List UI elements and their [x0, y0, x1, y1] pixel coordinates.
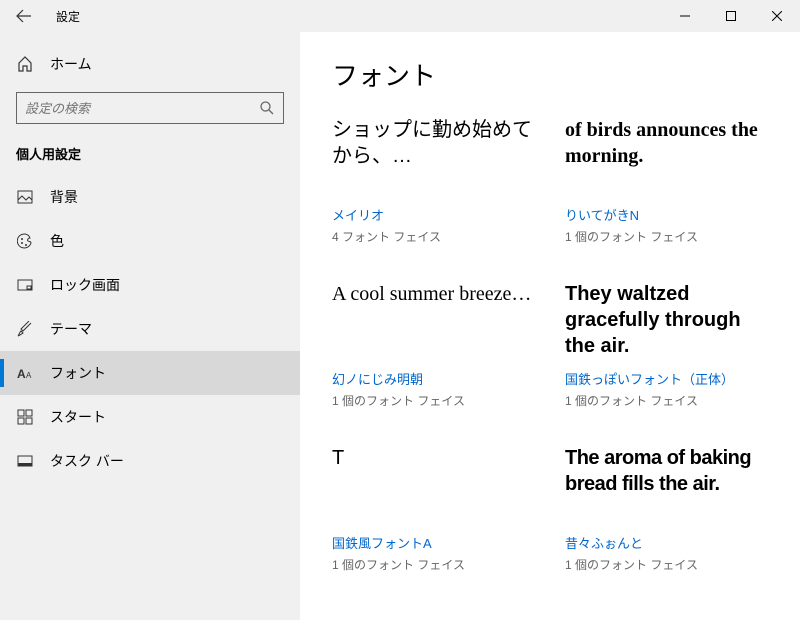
font-preview: They waltzed gracefully through the air. [565, 281, 768, 359]
font-face-count: 1 個のフォント フェイス [332, 392, 535, 409]
font-tile[interactable]: They waltzed gracefully through the air.… [565, 281, 768, 409]
font-name: 国鉄風フォントA [332, 533, 535, 552]
close-button[interactable] [754, 0, 800, 32]
font-preview: A cool summer breeze… [332, 281, 535, 359]
font-face-count: 1 個のフォント フェイス [565, 228, 768, 245]
sidebar-item-label: スタート [50, 407, 106, 427]
font-tile[interactable]: T 国鉄風フォントA 1 個のフォント フェイス [332, 445, 535, 573]
palette-icon [16, 233, 34, 249]
maximize-button[interactable] [708, 0, 754, 32]
font-preview: of birds announces the morning. [565, 117, 768, 195]
font-tile[interactable]: A cool summer breeze… 幻ノにじみ明朝 1 個のフォント フ… [332, 281, 535, 409]
font-tile[interactable]: of birds announces the morning. りいてがきN 1… [565, 117, 768, 245]
font-grid: ショップに勤め始めてから、… メイリオ 4 フォント フェイス of birds… [332, 117, 768, 573]
font-name: 幻ノにじみ明朝 [332, 369, 535, 388]
font-name: りいてがきN [565, 205, 768, 224]
font-face-count: 1 個のフォント フェイス [565, 392, 768, 409]
maximize-icon [726, 11, 736, 21]
sidebar-item-background[interactable]: 背景 [0, 175, 300, 219]
font-face-count: 4 フォント フェイス [332, 228, 535, 245]
start-icon [16, 409, 34, 425]
page-title: フォント [332, 56, 768, 93]
sidebar-item-label: フォント [50, 363, 106, 383]
font-name: 国鉄っぽいフォント（正体） [565, 369, 768, 388]
window-title: 設定 [56, 8, 80, 25]
close-icon [772, 11, 782, 21]
titlebar: 設定 [0, 0, 800, 32]
search-box[interactable] [16, 92, 284, 124]
svg-text:A: A [26, 371, 32, 380]
font-name: 昔々ふぉんと [565, 533, 768, 552]
sidebar-item-label: テーマ [50, 319, 92, 339]
arrow-left-icon [16, 8, 32, 24]
taskbar-icon [16, 453, 34, 469]
sidebar-item-lockscreen[interactable]: ロック画面 [0, 263, 300, 307]
sidebar-item-taskbar[interactable]: タスク バー [0, 439, 300, 483]
picture-icon [16, 189, 34, 205]
minimize-button[interactable] [662, 0, 708, 32]
font-preview: T [332, 445, 535, 523]
back-button[interactable] [8, 0, 40, 32]
sidebar-item-label: 色 [50, 231, 64, 251]
sidebar-item-themes[interactable]: テーマ [0, 307, 300, 351]
window-controls [662, 0, 800, 32]
sidebar-item-fonts[interactable]: AA フォント [0, 351, 300, 395]
sidebar-item-colors[interactable]: 色 [0, 219, 300, 263]
sidebar: ホーム 個人用設定 背景 色 ロック画面 テーマ AA フォント [0, 32, 300, 620]
home-icon [16, 56, 34, 72]
search-input[interactable] [25, 101, 259, 116]
section-header: 個人用設定 [0, 140, 300, 175]
lockscreen-icon [16, 277, 34, 293]
font-face-count: 1 個のフォント フェイス [565, 556, 768, 573]
font-face-count: 1 個のフォント フェイス [332, 556, 535, 573]
home-link[interactable]: ホーム [0, 44, 300, 84]
sidebar-item-label: ロック画面 [50, 275, 120, 295]
sidebar-item-label: 背景 [50, 187, 78, 207]
sidebar-item-start[interactable]: スタート [0, 395, 300, 439]
font-preview: The aroma of baking bread fills the air. [565, 445, 768, 523]
font-icon: AA [16, 365, 34, 381]
titlebar-left: 設定 [0, 0, 80, 32]
search-icon [259, 100, 275, 116]
search-container [0, 84, 300, 140]
svg-text:A: A [17, 367, 26, 381]
font-preview: ショップに勤め始めてから、… [332, 117, 535, 195]
minimize-icon [680, 11, 690, 21]
main-panel: フォント ショップに勤め始めてから、… メイリオ 4 フォント フェイス of … [300, 32, 800, 620]
font-tile[interactable]: The aroma of baking bread fills the air.… [565, 445, 768, 573]
home-label: ホーム [50, 54, 92, 74]
font-tile[interactable]: ショップに勤め始めてから、… メイリオ 4 フォント フェイス [332, 117, 535, 245]
font-name: メイリオ [332, 205, 535, 224]
content: ホーム 個人用設定 背景 色 ロック画面 テーマ AA フォント [0, 32, 800, 620]
sidebar-item-label: タスク バー [50, 451, 124, 471]
brush-icon [16, 321, 34, 337]
